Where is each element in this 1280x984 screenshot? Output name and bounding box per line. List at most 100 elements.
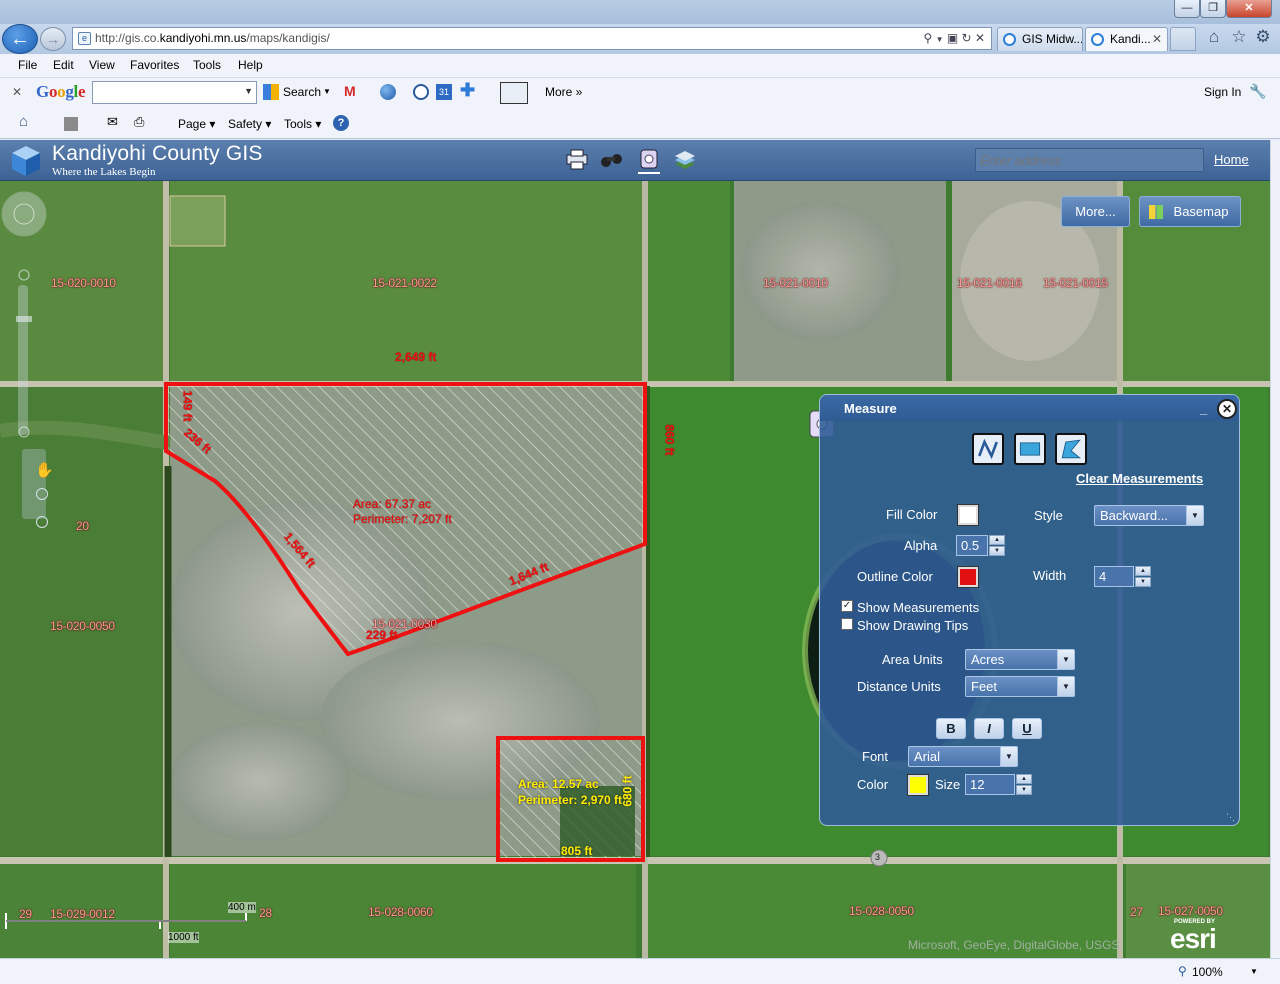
favorites-star-icon[interactable]: ☆ — [1228, 27, 1250, 47]
menu-page[interactable]: Page ▾ — [178, 117, 215, 131]
globe-icon[interactable] — [380, 84, 396, 100]
menu-tools-cmd[interactable]: Tools ▾ — [284, 117, 321, 131]
wrench-icon[interactable]: 🔧 — [1249, 83, 1266, 100]
compass-icon[interactable] — [413, 84, 429, 100]
close-window-button[interactable]: ✕ — [1226, 0, 1272, 18]
google-toolbar: ✕ Google ▼ Search ▼ M 31 ✚ More » Sign I… — [0, 78, 1280, 108]
new-tab-button[interactable] — [1170, 27, 1196, 51]
binoculars-tool-icon[interactable] — [598, 146, 624, 174]
address-search-input[interactable] — [975, 148, 1204, 172]
measure-polygon-button[interactable] — [1055, 433, 1087, 465]
gmail-icon[interactable]: M — [344, 83, 356, 99]
resize-grip-icon[interactable]: ⋱ — [1226, 812, 1235, 823]
italic-button[interactable]: I — [974, 718, 1004, 739]
google-logo: Google — [36, 82, 86, 101]
tab-gis-midwest[interactable]: GIS Midw... — [997, 27, 1083, 51]
address-bar[interactable]: e http://gis.co.kandiyohi.mn.us/maps/kan… — [72, 27, 992, 50]
show-measurements-checkbox[interactable]: ✓ — [841, 600, 853, 612]
menu-help[interactable]: Help — [238, 58, 263, 72]
basemap-button[interactable]: Basemap — [1139, 196, 1241, 227]
outline-color-picker[interactable] — [957, 566, 979, 588]
tab-kandiyohi[interactable]: Kandi... ✕ — [1085, 27, 1168, 51]
stepper-down-icon[interactable]: ▼ — [989, 546, 1005, 556]
menu-view[interactable]: View — [89, 58, 115, 72]
dropdown-arrow-icon[interactable]: ▼ — [244, 86, 253, 96]
refresh-icon[interactable]: ↻ — [962, 31, 972, 45]
zoom-level[interactable]: 100% — [1192, 965, 1223, 979]
bold-button[interactable]: B — [936, 718, 966, 739]
sign-in-link[interactable]: Sign In — [1204, 85, 1241, 99]
show-drawing-tips-checkbox[interactable] — [841, 618, 853, 630]
alpha-stepper[interactable]: 0.5 ▲ ▼ — [956, 535, 1005, 556]
google-search-input[interactable]: ▼ — [92, 81, 257, 104]
measure-titlebar[interactable]: Measure _ ✕ — [820, 395, 1239, 421]
fill-color-picker[interactable] — [957, 504, 979, 526]
more-button[interactable]: More » — [545, 85, 582, 99]
style-value: Backward... — [1100, 508, 1168, 523]
zoom-icon[interactable]: ⚲ — [1178, 964, 1187, 978]
add-icon[interactable]: ✚ — [460, 80, 475, 101]
stepper-down-icon[interactable]: ▼ — [1135, 577, 1151, 587]
width-value: 4 — [1099, 569, 1107, 584]
search-icon[interactable]: ⚲ — [923, 31, 932, 45]
zoom-out-icon[interactable] — [36, 516, 48, 528]
layers-tool-icon[interactable] — [672, 146, 698, 174]
area-units-dropdown[interactable]: Acres ▼ — [965, 649, 1075, 670]
menu-favorites[interactable]: Favorites — [130, 58, 179, 72]
segment-length-label: 805 ft — [561, 844, 593, 858]
pan-hand-icon[interactable]: ✋ — [35, 461, 54, 479]
minimize-button[interactable]: — — [1174, 0, 1200, 18]
app-header: Kandiyohi County GIS Where the Lakes Beg… — [0, 140, 1280, 181]
stepper-up-icon[interactable]: ▲ — [1016, 774, 1032, 784]
distance-units-dropdown[interactable]: Feet ▼ — [965, 676, 1075, 697]
more-button[interactable]: More... — [1061, 196, 1130, 227]
measure-distance-button[interactable] — [972, 433, 1004, 465]
menu-tools[interactable]: Tools — [193, 58, 221, 72]
settings-gear-icon[interactable]: ⚙ — [1252, 27, 1274, 47]
scale-metric: 400 m — [228, 902, 256, 913]
help-icon[interactable]: ? — [333, 115, 349, 131]
dropdown-arrow-icon[interactable]: ▼ — [936, 35, 944, 44]
size-stepper[interactable]: 12 ▲ ▼ — [965, 774, 1032, 795]
dropdown-arrow-icon[interactable]: ▼ — [1250, 967, 1258, 976]
menu-file[interactable]: File — [18, 58, 37, 72]
stepper-up-icon[interactable]: ▲ — [989, 535, 1005, 545]
dropdown-arrow-icon[interactable]: ▼ — [323, 87, 331, 96]
back-button[interactable]: ← — [2, 24, 38, 54]
rss-icon[interactable] — [64, 117, 78, 131]
print-tool-icon[interactable] — [564, 146, 590, 174]
menu-safety[interactable]: Safety ▾ — [228, 117, 271, 131]
width-stepper[interactable]: 4 ▲ ▼ — [1094, 566, 1151, 587]
google-search-button[interactable]: Search — [283, 85, 321, 99]
clear-measurements-link[interactable]: Clear Measurements — [1076, 471, 1203, 486]
text-color-picker[interactable] — [907, 774, 929, 796]
mail-icon[interactable]: ✉ — [107, 114, 118, 130]
measure-tool-icon[interactable] — [636, 146, 662, 174]
stepper-up-icon[interactable]: ▲ — [1135, 566, 1151, 576]
stop-icon[interactable]: ✕ — [975, 31, 985, 45]
font-dropdown[interactable]: Arial ▼ — [908, 746, 1018, 767]
attribution-text: Microsoft, GeoEye, DigitalGlobe, USGS — [908, 938, 1120, 952]
print-icon[interactable]: ⎙ — [134, 114, 144, 130]
safety-label: Safety — [228, 117, 263, 131]
home-icon[interactable]: ⌂ — [1203, 27, 1225, 47]
close-tab-icon[interactable]: ✕ — [1152, 28, 1162, 50]
style-dropdown[interactable]: Backward... ▼ — [1094, 505, 1204, 526]
forward-button[interactable]: → — [40, 27, 66, 51]
size-label: Size — [935, 777, 961, 792]
underline-button[interactable]: U — [1012, 718, 1042, 739]
minimize-panel-button[interactable]: _ — [1200, 401, 1207, 416]
home-link[interactable]: Home — [1214, 152, 1249, 167]
close-toolbar-icon[interactable]: ✕ — [12, 85, 22, 99]
stepper-down-icon[interactable]: ▼ — [1016, 785, 1032, 795]
close-panel-button[interactable]: ✕ — [1217, 399, 1237, 419]
maximize-button[interactable]: ❐ — [1200, 0, 1226, 18]
zoom-in-icon[interactable] — [36, 488, 48, 500]
compatibility-icon[interactable]: ▣ — [947, 31, 958, 45]
home-icon[interactable]: ⌂ — [19, 113, 28, 130]
measure-rectangle-button[interactable] — [1014, 433, 1046, 465]
windows-icon[interactable] — [500, 82, 528, 104]
menu-edit[interactable]: Edit — [53, 58, 74, 72]
calendar-icon[interactable]: 31 — [436, 84, 452, 100]
vertical-scrollbar[interactable] — [1270, 140, 1280, 958]
